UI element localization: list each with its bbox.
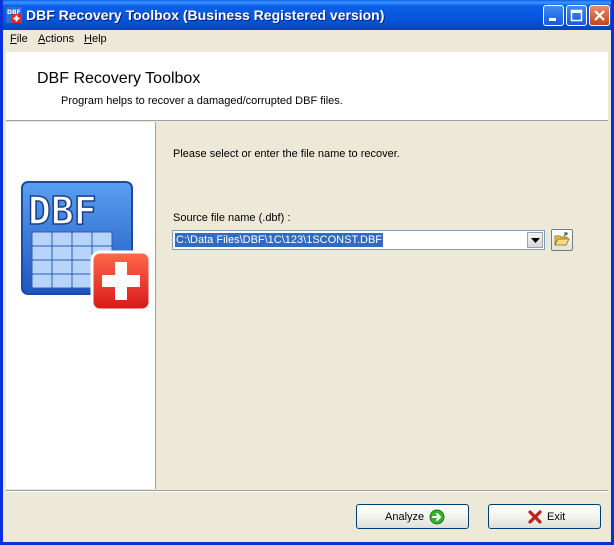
header-title: DBF Recovery Toolbox — [37, 70, 201, 87]
dbf-logo-icon: DBF — [21, 181, 152, 312]
close-icon — [594, 10, 605, 21]
menu-actions-label: ctions — [45, 33, 75, 45]
browse-button[interactable] — [551, 229, 573, 251]
minimize-icon — [549, 18, 556, 21]
exit-button[interactable]: Exit — [488, 504, 601, 529]
menu-help[interactable]: Help — [84, 33, 107, 45]
menu-file-label: ile — [16, 33, 28, 45]
logo-text: DBF — [28, 189, 97, 233]
app-window: DBF DBF Recovery Toolbox (Business Regis… — [0, 0, 614, 545]
side-banner: DBF — [6, 122, 156, 489]
menu-help-mnemonic: H — [84, 33, 92, 45]
menu-file-mnemonic: F — [10, 33, 17, 45]
combo-dropdown-button[interactable] — [527, 232, 543, 248]
close-x-icon — [528, 510, 542, 524]
source-file-value[interactable]: C:\Data Files\DBF\1C\123\1SCONST.DBF — [175, 233, 384, 247]
close-button[interactable] — [589, 5, 610, 26]
analyze-button[interactable]: Analyze — [356, 504, 469, 529]
instruction-text: Please select or enter the file name to … — [173, 148, 400, 160]
menu-bar: File Actions Help — [3, 30, 611, 49]
main-panel: Please select or enter the file name to … — [156, 122, 608, 489]
menu-file[interactable]: File — [10, 33, 28, 45]
maximize-icon — [570, 9, 583, 22]
minimize-button[interactable] — [543, 5, 564, 26]
open-folder-icon — [554, 232, 570, 246]
title-bar[interactable]: DBF DBF Recovery Toolbox (Business Regis… — [3, 0, 611, 30]
source-file-label: Source file name (.dbf) : — [173, 212, 291, 224]
header-subtitle: Program helps to recover a damaged/corru… — [61, 95, 343, 107]
exit-button-label: Exit — [547, 511, 566, 523]
window-title: DBF Recovery Toolbox (Business Registere… — [26, 7, 385, 23]
bottom-divider-highlight — [6, 491, 608, 492]
analyze-button-label: Analyze — [385, 511, 425, 523]
wizard-header: DBF Recovery Toolbox Program helps to re… — [6, 52, 608, 121]
maximize-button[interactable] — [566, 5, 587, 26]
menu-actions[interactable]: Actions — [38, 33, 74, 45]
arrow-right-icon — [429, 509, 445, 525]
app-icon[interactable]: DBF — [6, 7, 22, 23]
chevron-down-icon — [531, 238, 540, 243]
menu-help-label: elp — [91, 33, 107, 45]
source-file-combobox[interactable]: C:\Data Files\DBF\1C\123\1SCONST.DBF — [172, 230, 545, 250]
